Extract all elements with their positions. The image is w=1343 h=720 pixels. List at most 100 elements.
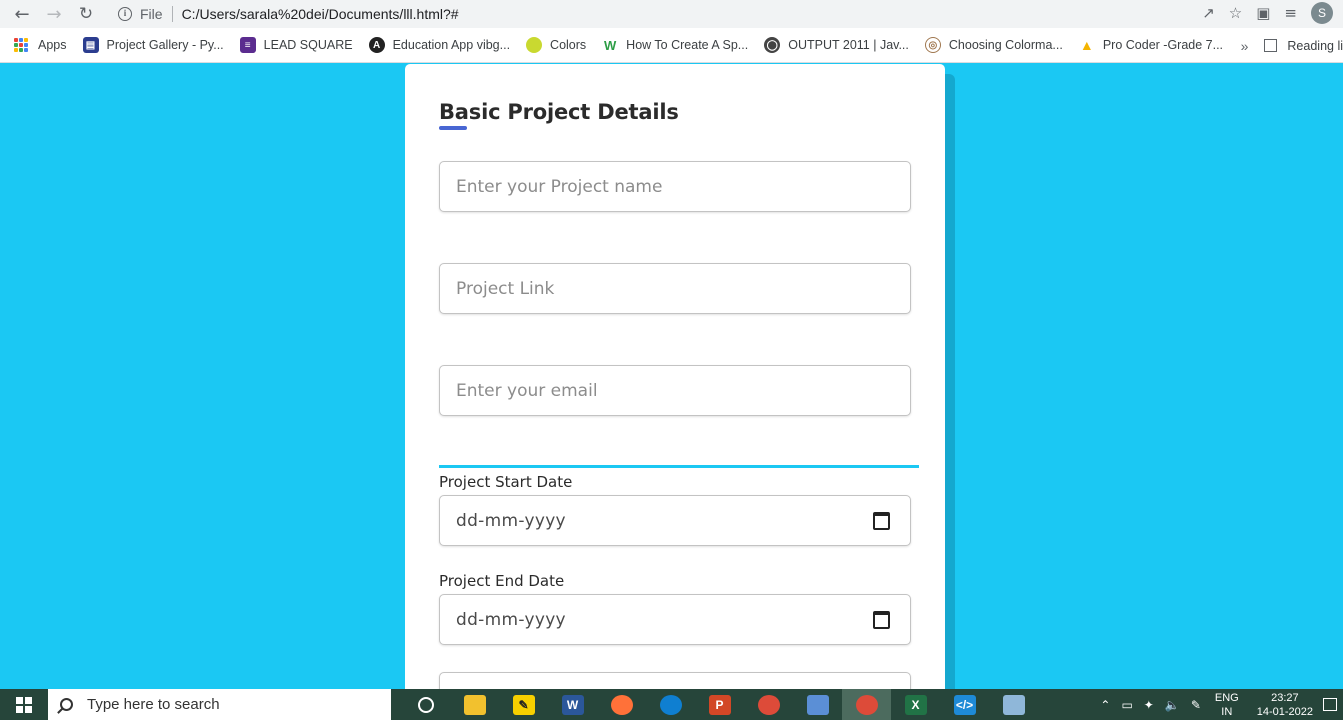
chrome-button[interactable]: [744, 689, 793, 720]
reading-list-label[interactable]: Reading li: [1287, 39, 1343, 53]
bookmark-education-app[interactable]: A Education App vibg...: [368, 37, 510, 53]
bookmark-label: Pro Coder -Grade 7...: [1102, 38, 1224, 52]
chevron-right-icon[interactable]: »: [1241, 38, 1249, 54]
colormap-icon: ◎: [924, 37, 941, 53]
divider: [171, 5, 173, 22]
search-icon: [60, 698, 73, 711]
clock-time: 23:27: [1271, 691, 1299, 704]
bookmark-label: Project Gallery - Py...: [106, 38, 224, 52]
file-label: File: [140, 5, 163, 22]
firefox-button[interactable]: [597, 689, 646, 720]
tray-icons: ⌃ ▭ ✦ 🔈 ✎: [1100, 698, 1200, 712]
windows-taskbar: Type here to search ✎ W P X </> ⌃ ▭ ✦ 🔈 …: [0, 689, 1343, 720]
title-underline: [439, 126, 467, 130]
bookmark-label: Colors: [550, 38, 587, 52]
battery-icon[interactable]: ▭: [1121, 698, 1132, 712]
page-title: Basic Project Details: [439, 100, 679, 124]
volume-icon[interactable]: 🔈: [1165, 698, 1180, 712]
bookmark-label: How To Create A Sp...: [626, 38, 749, 52]
back-arrow-icon[interactable]: ←: [8, 0, 36, 28]
start-date-value[interactable]: dd-mm-yyyy: [456, 511, 566, 531]
forward-arrow-icon[interactable]: →: [40, 0, 68, 28]
control-panel-icon: [806, 694, 829, 715]
page-background: Basic Project Details Project Start Date…: [0, 64, 1343, 689]
toolbar-actions: ↗ ☆ ▣ ≡ S: [1202, 2, 1333, 24]
start-button[interactable]: [0, 689, 48, 720]
control-panel-button[interactable]: [793, 689, 842, 720]
chevron-up-icon[interactable]: ⌃: [1100, 698, 1110, 712]
bookmark-colors[interactable]: Colors: [526, 37, 586, 53]
network-icon[interactable]: ✦: [1144, 698, 1154, 712]
email-input[interactable]: [456, 380, 876, 401]
calendar-icon[interactable]: [873, 611, 890, 629]
wix-icon: W: [604, 37, 617, 53]
word-icon: W: [561, 694, 584, 715]
apps-grid-icon: [14, 38, 28, 52]
task-view-icon: [417, 696, 434, 713]
project-name-field[interactable]: [439, 161, 911, 212]
sticky-notes-icon: ✎: [512, 694, 535, 715]
bookmark-apps[interactable]: Apps: [14, 38, 67, 52]
bookmark-label: Choosing Colorma...: [948, 38, 1063, 52]
reading-list-icon[interactable]: [1264, 39, 1278, 52]
powerpoint-icon: P: [708, 694, 731, 715]
project-name-input[interactable]: [456, 176, 876, 197]
form-card: Basic Project Details Project Start Date…: [405, 64, 945, 689]
colors-icon: [526, 37, 543, 53]
word-button[interactable]: W: [548, 689, 597, 720]
powerpoint-button[interactable]: P: [695, 689, 744, 720]
bookmark-label: Apps: [38, 38, 67, 52]
excel-button[interactable]: X: [891, 689, 940, 720]
start-date-field[interactable]: dd-mm-yyyy: [439, 495, 911, 546]
clock-date: 14-01-2022: [1256, 705, 1313, 718]
file-explorer-button[interactable]: [450, 689, 499, 720]
bookmarks-bar: Apps ▤ Project Gallery - Py... ≡ LEAD SQ…: [0, 28, 1343, 63]
language-indicator[interactable]: ENG IN: [1215, 691, 1239, 719]
reload-icon[interactable]: ↻: [72, 0, 100, 28]
vscode-button[interactable]: </>: [940, 689, 989, 720]
edge-button[interactable]: [646, 689, 695, 720]
section-divider: [439, 465, 919, 468]
notification-icon[interactable]: [1323, 698, 1337, 711]
avatar[interactable]: S: [1311, 2, 1333, 24]
task-view-button[interactable]: [401, 689, 450, 720]
language-label: ENG: [1214, 691, 1239, 704]
bookmark-pro-coder[interactable]: ▲ Pro Coder -Grade 7...: [1079, 37, 1223, 53]
sticky-notes-button[interactable]: ✎: [499, 689, 548, 720]
bookmark-choosing-colormaps[interactable]: ◎ Choosing Colorma...: [924, 37, 1063, 53]
clock[interactable]: 23:27 14-01-2022: [1257, 691, 1313, 719]
end-date-field[interactable]: dd-mm-yyyy: [439, 594, 911, 645]
region-label: IN: [1221, 705, 1233, 718]
notepad-icon: [1002, 694, 1025, 715]
project-gallery-icon: ▤: [82, 37, 99, 53]
edge-icon: [659, 694, 682, 715]
bookmark-how-to-create[interactable]: W How To Create A Sp...: [602, 37, 748, 53]
url-text[interactable]: C:/Users/sarala%20dei/Documents/lll.html…: [182, 6, 459, 22]
folder-icon: [463, 694, 486, 715]
taskbar-search[interactable]: Type here to search: [48, 689, 391, 720]
end-date-value[interactable]: dd-mm-yyyy: [456, 610, 566, 630]
share-icon[interactable]: ↗: [1202, 4, 1215, 22]
bookmark-label: OUTPUT 2011 | Jav...: [788, 38, 909, 52]
chrome-active-button[interactable]: [842, 689, 891, 720]
browser-toolbar: ← → ↻ i File C:/Users/sarala%20dei/Docum…: [0, 0, 1343, 28]
pen-icon[interactable]: ✎: [1191, 698, 1201, 712]
bookmark-lead-square[interactable]: ≡ LEAD SQUARE: [239, 37, 353, 53]
email-field[interactable]: [439, 365, 911, 416]
project-link-field[interactable]: [439, 263, 911, 314]
next-field-partial[interactable]: [439, 672, 911, 689]
angular-icon: A: [368, 37, 385, 53]
info-icon[interactable]: i: [118, 6, 132, 21]
bookmark-output-2011[interactable]: ◯ OUTPUT 2011 | Jav...: [764, 37, 909, 53]
project-link-input[interactable]: [456, 278, 876, 299]
address-bar[interactable]: i File C:/Users/sarala%20dei/Documents/l…: [108, 1, 1224, 26]
cast-icon[interactable]: ▣: [1256, 4, 1270, 22]
bookmark-project-gallery[interactable]: ▤ Project Gallery - Py...: [82, 37, 224, 53]
media-icon[interactable]: ≡: [1284, 4, 1297, 22]
notepad-button[interactable]: [989, 689, 1038, 720]
firefox-icon: [610, 694, 633, 715]
bookmarks-overflow: » Reading li: [1241, 28, 1343, 63]
star-icon[interactable]: ☆: [1229, 4, 1242, 22]
calendar-icon[interactable]: [873, 512, 890, 530]
chrome-icon: [855, 694, 878, 715]
